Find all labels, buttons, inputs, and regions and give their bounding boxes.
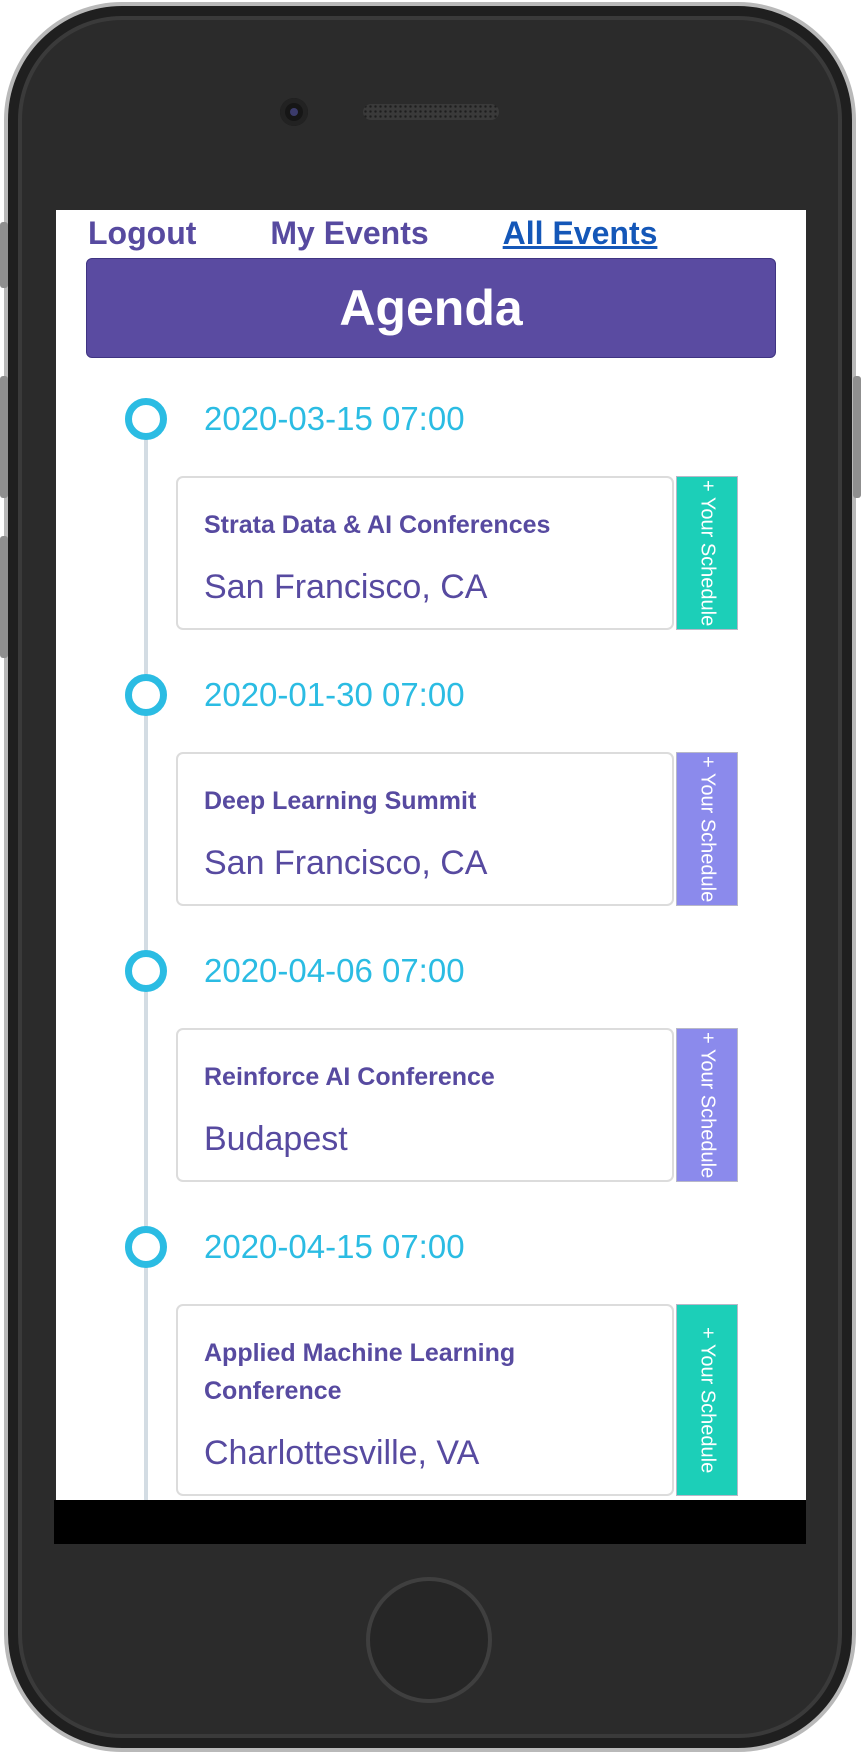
timeline-dot-icon <box>125 398 167 440</box>
event-title: Applied Machine Learning Conference <box>204 1339 516 1405</box>
add-to-schedule-button[interactable]: + Your Schedule <box>676 1028 738 1182</box>
add-to-schedule-button[interactable]: + Your Schedule <box>676 476 738 630</box>
app-screen: Logout My Events All Events Agenda 2020-… <box>56 210 806 1500</box>
event-location: San Francisco, CA <box>204 844 488 882</box>
camera-icon <box>280 98 308 126</box>
timeline-dot-icon <box>125 674 167 716</box>
event-date: 2020-01-30 07:00 <box>204 676 465 713</box>
add-to-schedule-label: + Your Schedule <box>696 1031 719 1179</box>
event-title: Strata Data & AI Conferences <box>204 511 551 539</box>
volume-down-button <box>0 536 8 658</box>
event-location: Budapest <box>204 1120 348 1158</box>
my-events-link[interactable]: My Events <box>270 215 428 252</box>
timeline-dot-icon <box>125 950 167 992</box>
event-card[interactable]: Reinforce AI Conference Budapest <box>176 1028 674 1182</box>
event-card[interactable]: Applied Machine Learning Conference Char… <box>176 1304 674 1496</box>
event-date: 2020-04-15 07:00 <box>204 1228 465 1265</box>
home-button <box>366 1577 492 1703</box>
add-to-schedule-label: + Your Schedule <box>696 1326 719 1474</box>
top-nav: Logout My Events All Events <box>88 210 731 256</box>
event-title: Deep Learning Summit <box>204 787 477 815</box>
event-date: 2020-04-06 07:00 <box>204 952 465 989</box>
logout-link[interactable]: Logout <box>88 215 196 252</box>
mute-switch <box>0 222 8 288</box>
event-location: San Francisco, CA <box>204 568 488 606</box>
event-card[interactable]: Strata Data & AI Conferences San Francis… <box>176 476 674 630</box>
add-to-schedule-label: + Your Schedule <box>696 479 719 627</box>
power-button <box>853 376 861 498</box>
add-to-schedule-label: + Your Schedule <box>696 755 719 903</box>
event-date: 2020-03-15 07:00 <box>204 400 465 437</box>
page-title: Agenda <box>86 258 776 358</box>
add-to-schedule-button[interactable]: + Your Schedule <box>676 1304 738 1496</box>
speaker-grille <box>363 104 499 120</box>
volume-up-button <box>0 376 8 498</box>
event-title: Reinforce AI Conference <box>204 1063 495 1091</box>
bottom-bar <box>54 1500 806 1544</box>
all-events-link[interactable]: All Events <box>503 215 658 252</box>
timeline-dot-icon <box>125 1226 167 1268</box>
add-to-schedule-button[interactable]: + Your Schedule <box>676 752 738 906</box>
event-location: Charlottesville, VA <box>204 1434 480 1472</box>
event-card[interactable]: Deep Learning Summit San Francisco, CA <box>176 752 674 906</box>
